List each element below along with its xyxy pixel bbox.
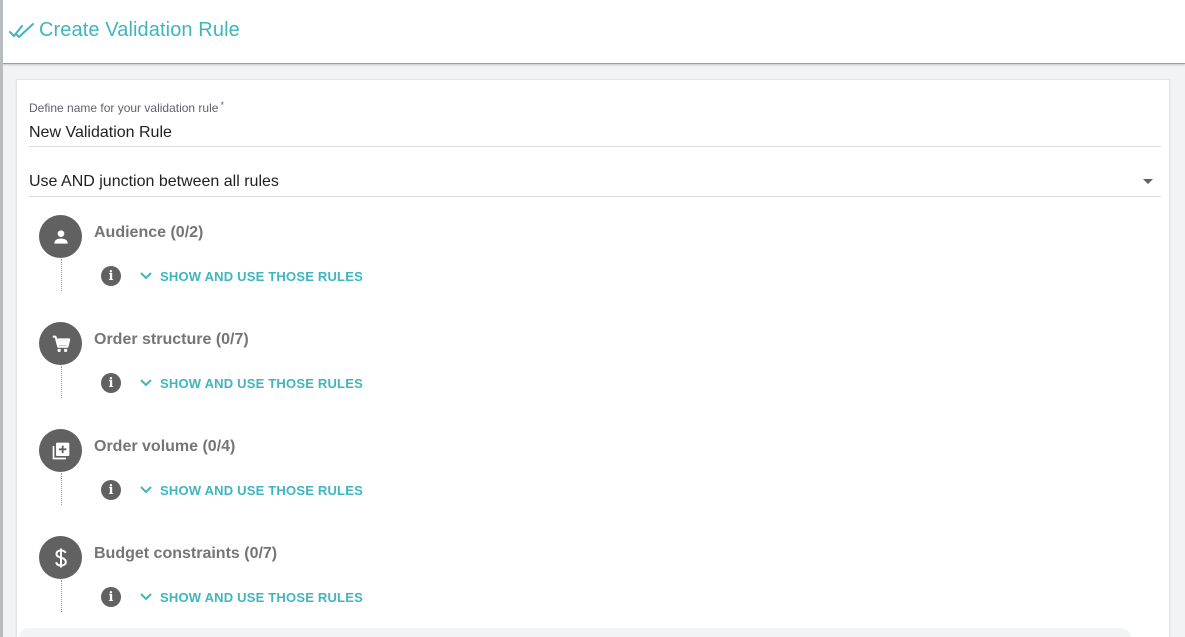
- step-connector: [61, 259, 62, 291]
- section-title: Order volume (0/4): [94, 438, 236, 455]
- page-title: Create Validation Rule: [39, 19, 240, 41]
- validation-rule-form: Define name for your validation rule* Us…: [16, 79, 1170, 637]
- rule-name-input[interactable]: [29, 120, 1161, 147]
- show-rules-button[interactable]: SHOW AND USE THOSE RULES: [139, 588, 363, 606]
- show-rules-button[interactable]: SHOW AND USE THOSE RULES: [139, 267, 363, 285]
- section-title: Budget constraints (0/7): [94, 545, 278, 562]
- info-icon[interactable]: i: [101, 266, 121, 286]
- page-header: Create Validation Rule: [3, 0, 1185, 64]
- chevron-down-icon: [140, 593, 152, 601]
- step-connector: [61, 473, 62, 505]
- name-field-label: Define name for your validation rule *: [29, 100, 224, 115]
- junction-select-value: Use AND junction between all rules: [29, 173, 279, 190]
- step-connector: [61, 366, 62, 398]
- section-budget-constraints: Budget constraints (0/7) i SHOW AND USE …: [36, 536, 636, 636]
- section-order-volume: Order volume (0/4) i SHOW AND USE THOSE …: [36, 429, 636, 529]
- app-window: Create Validation Rule Define name for y…: [0, 0, 1185, 637]
- section-title: Audience (0/2): [94, 224, 204, 241]
- name-field-label-text: Define name for your validation rule: [29, 101, 219, 115]
- double-check-icon: [9, 23, 34, 38]
- info-icon[interactable]: i: [101, 373, 121, 393]
- chevron-down-icon: [140, 486, 152, 494]
- library-add-icon: [39, 429, 82, 472]
- show-rules-label: SHOW AND USE THOSE RULES: [160, 482, 363, 498]
- bottom-panel-edge: [19, 628, 1131, 637]
- show-rules-button[interactable]: SHOW AND USE THOSE RULES: [139, 374, 363, 392]
- section-title: Order structure (0/7): [94, 331, 249, 348]
- show-rules-label: SHOW AND USE THOSE RULES: [160, 268, 363, 284]
- step-connector: [61, 580, 62, 612]
- dropdown-caret-icon: [1143, 179, 1153, 184]
- person-icon: [39, 215, 82, 258]
- junction-select[interactable]: Use AND junction between all rules: [29, 171, 1161, 197]
- info-icon[interactable]: i: [101, 587, 121, 607]
- show-rules-label: SHOW AND USE THOSE RULES: [160, 589, 363, 605]
- section-order-structure: Order structure (0/7) i SHOW AND USE THO…: [36, 322, 636, 422]
- show-rules-button[interactable]: SHOW AND USE THOSE RULES: [139, 481, 363, 499]
- section-audience: Audience (0/2) i SHOW AND USE THOSE RULE…: [36, 215, 636, 315]
- cart-icon: [39, 322, 82, 365]
- info-icon[interactable]: i: [101, 480, 121, 500]
- required-marker: *: [220, 100, 224, 110]
- dollar-icon: [39, 536, 82, 579]
- chevron-down-icon: [140, 272, 152, 280]
- show-rules-label: SHOW AND USE THOSE RULES: [160, 375, 363, 391]
- chevron-down-icon: [140, 379, 152, 387]
